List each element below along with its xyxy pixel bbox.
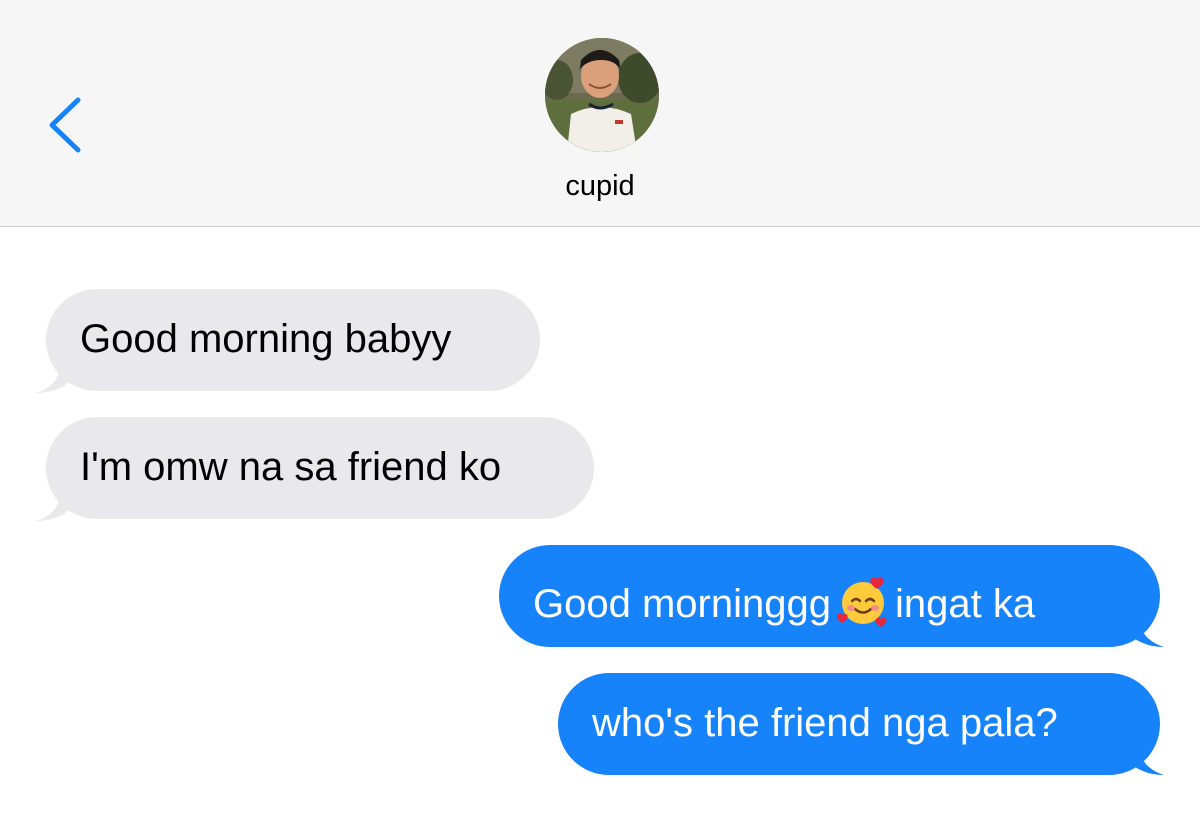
smiling-face-with-hearts-icon (836, 575, 889, 627)
message-text: I'm omw na sa friend ko (80, 445, 502, 489)
message-thread: Good morning babyy I'm omw na sa friend … (0, 227, 1200, 815)
message-text: Good morning babyy (80, 317, 452, 361)
back-button[interactable] (40, 90, 96, 160)
message-text: who's the friend nga pala? (592, 701, 1058, 745)
outgoing-message[interactable]: Good morninggg ingat ka (499, 545, 1160, 647)
message-text: Good morninggg (533, 582, 831, 626)
incoming-message[interactable]: Good morning babyy (46, 289, 540, 391)
outgoing-message[interactable]: who's the friend nga pala? (558, 673, 1160, 775)
contact-name[interactable]: cupid (0, 170, 1200, 203)
conversation-header: cupid (0, 0, 1200, 227)
incoming-message[interactable]: I'm omw na sa friend ko (46, 417, 594, 519)
avatar-photo (545, 38, 659, 152)
contact-avatar[interactable] (545, 38, 659, 152)
chevron-left-icon (49, 97, 81, 153)
message-text-continued: ingat ka (894, 582, 1036, 626)
